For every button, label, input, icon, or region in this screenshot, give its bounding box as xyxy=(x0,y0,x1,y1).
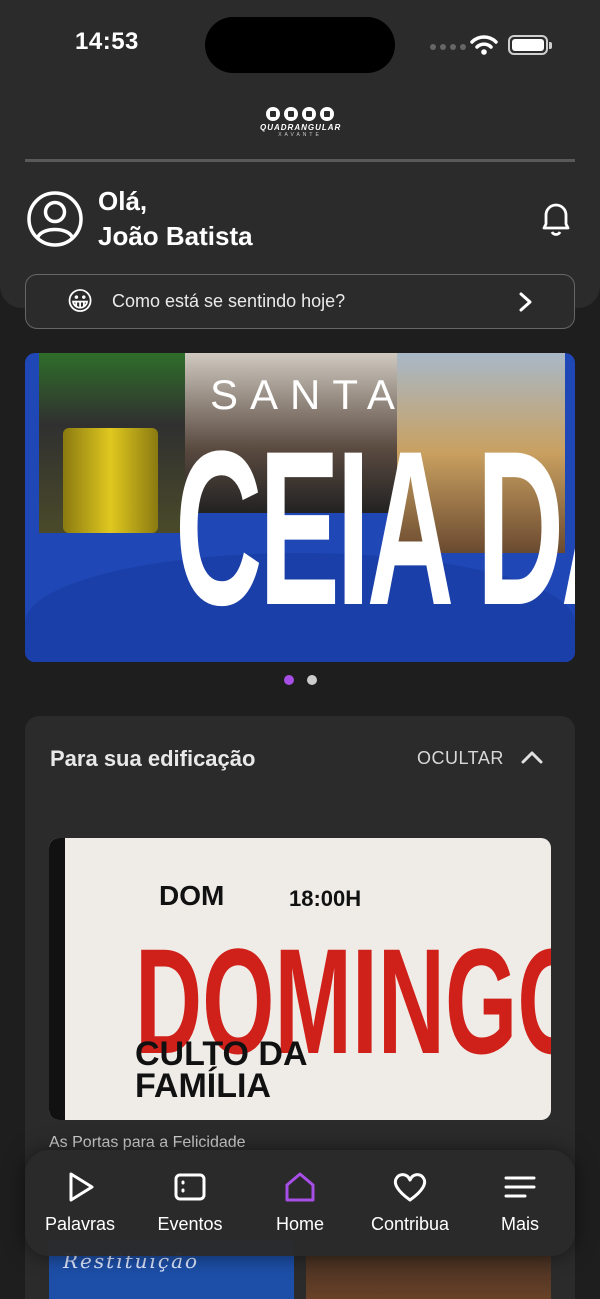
heart-icon xyxy=(393,1173,427,1202)
calendar-list-icon xyxy=(174,1173,206,1201)
banner-title-large: CEIA DA xyxy=(175,405,575,651)
avatar-icon[interactable] xyxy=(26,190,84,248)
section-title: Para sua edificação xyxy=(50,746,256,771)
mood-prompt-button[interactable]: 😀 Como está se sentindo hoje? xyxy=(25,274,575,329)
dynamic-island xyxy=(205,17,395,73)
wifi-icon xyxy=(470,35,498,55)
tab-palavras[interactable]: Palavras xyxy=(25,1150,135,1235)
thumb-day: DOM xyxy=(159,880,225,911)
menu-icon xyxy=(504,1176,536,1198)
tab-eventos[interactable]: Eventos xyxy=(135,1150,245,1235)
battery-icon xyxy=(508,35,552,55)
home-icon xyxy=(285,1172,315,1202)
video-thumbnail[interactable]: DOM 18:00H DOMINGO CULTO DA FAMÍLIA xyxy=(49,838,551,1120)
mood-prompt-text: Como está se sentindo hoje? xyxy=(112,291,346,311)
bell-icon[interactable] xyxy=(538,200,574,238)
banner-photo-drum xyxy=(63,428,158,533)
tab-home[interactable]: Home xyxy=(245,1150,355,1235)
user-name: João Batista xyxy=(98,221,253,251)
header-divider xyxy=(25,159,575,162)
carousel-pager[interactable] xyxy=(284,675,317,685)
church-logo: QUADRANGULAR XAVANTE xyxy=(260,107,340,138)
tab-mais[interactable]: Mais xyxy=(465,1150,575,1235)
play-icon xyxy=(69,1172,94,1202)
pager-dot[interactable] xyxy=(307,675,317,685)
tab-contribua[interactable]: Contribua xyxy=(355,1150,465,1235)
hide-section-button[interactable]: OCULTAR xyxy=(417,748,504,769)
greeting: Olá, João Batista xyxy=(98,184,253,254)
logo-symbols-icon xyxy=(260,107,340,121)
thumb-edge xyxy=(49,838,65,1120)
bottom-tab-bar: Palavras Eventos Home Contribua Mais xyxy=(25,1150,575,1256)
thumb-subtitle: CULTO DA FAMÍLIA xyxy=(135,1035,308,1105)
smiley-emoji-icon: 😀 xyxy=(66,286,94,316)
signal-icon xyxy=(430,44,466,50)
pager-dot-active[interactable] xyxy=(284,675,294,685)
thumb-time: 18:00H xyxy=(289,886,362,911)
featured-banner[interactable]: SANTA CEIA DA xyxy=(25,353,575,662)
chevron-right-icon xyxy=(519,292,532,311)
chevron-up-icon[interactable] xyxy=(520,748,544,766)
status-time: 14:53 xyxy=(75,28,139,55)
greeting-hello: Olá, xyxy=(98,186,148,216)
